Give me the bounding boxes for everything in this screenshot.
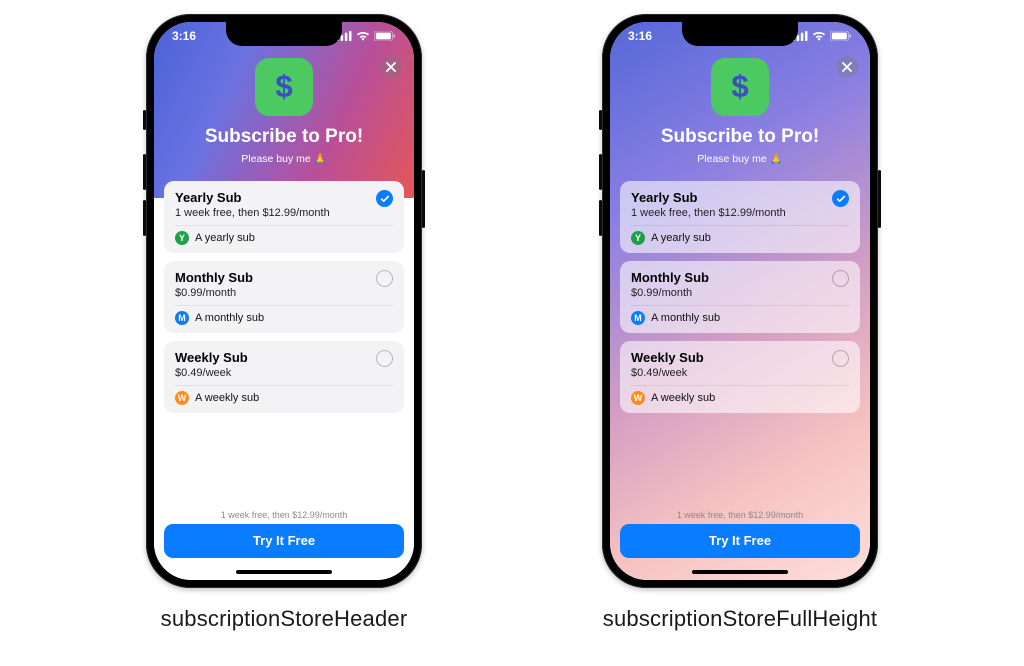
plan-title: Weekly Sub	[631, 350, 849, 365]
plan-desc: W A weekly sub	[631, 391, 849, 405]
svg-text:$: $	[275, 70, 292, 104]
plan-weekly[interactable]: Weekly Sub $0.49/week W A weekly sub	[164, 341, 404, 413]
plan-weekly[interactable]: Weekly Sub $0.49/week W A weekly sub	[620, 341, 860, 413]
home-indicator	[692, 570, 788, 574]
store-title: Subscribe to Pro!	[154, 126, 414, 148]
plan-desc: Y A yearly sub	[631, 231, 849, 245]
hw-volume-up	[143, 154, 146, 190]
wifi-icon	[356, 31, 370, 41]
plan-title: Yearly Sub	[175, 190, 393, 205]
cta-fine-print: 1 week free, then $12.99/month	[164, 510, 404, 520]
plan-title: Yearly Sub	[631, 190, 849, 205]
clock: 3:16	[172, 29, 196, 43]
plan-price: $0.49/week	[631, 367, 849, 379]
plan-title: Weekly Sub	[175, 350, 393, 365]
store-subtitle: Please buy me 🙏	[610, 152, 870, 165]
close-icon	[386, 62, 396, 72]
store-title: Subscribe to Pro!	[610, 126, 870, 148]
dollar-icon: $	[267, 70, 301, 104]
plan-desc: M A monthly sub	[631, 311, 849, 325]
plan-badge-icon: M	[631, 311, 645, 325]
plan-price: 1 week free, then $12.99/month	[631, 207, 849, 219]
hw-power	[422, 170, 425, 228]
dollar-icon: $	[723, 70, 757, 104]
cta-area: 1 week free, then $12.99/month Try It Fr…	[164, 510, 404, 558]
home-indicator	[236, 570, 332, 574]
plan-price: 1 week free, then $12.99/month	[175, 207, 393, 219]
radio-unselected[interactable]	[376, 270, 393, 287]
hw-volume-down	[599, 200, 602, 236]
divider	[175, 225, 393, 226]
check-icon	[380, 194, 390, 204]
divider	[175, 305, 393, 306]
close-button[interactable]	[836, 56, 858, 78]
store-subtitle: Please buy me 🙏	[154, 152, 414, 165]
plan-price: $0.99/month	[631, 287, 849, 299]
hw-volume-down	[143, 200, 146, 236]
svg-text:$: $	[731, 70, 748, 104]
notch	[682, 22, 798, 46]
plan-yearly[interactable]: Yearly Sub 1 week free, then $12.99/mont…	[164, 181, 404, 253]
radio-unselected[interactable]	[832, 270, 849, 287]
plan-badge-icon: M	[175, 311, 189, 325]
plan-badge-icon: Y	[175, 231, 189, 245]
plan-list: Yearly Sub 1 week free, then $12.99/mont…	[154, 181, 414, 413]
cta-button[interactable]: Try It Free	[164, 524, 404, 558]
hw-volume-up	[599, 154, 602, 190]
plan-desc: Y A yearly sub	[175, 231, 393, 245]
divider	[175, 385, 393, 386]
battery-icon	[830, 31, 852, 41]
plan-desc: W A weekly sub	[175, 391, 393, 405]
plan-title: Monthly Sub	[631, 270, 849, 285]
divider	[631, 305, 849, 306]
screen: 3:16 $ Subscribe to Pro! Please buy	[154, 22, 414, 580]
close-icon	[842, 62, 852, 72]
variant-header-only: 3:16 $ Subscribe to Pro! Please buy	[146, 14, 422, 632]
radio-unselected[interactable]	[376, 350, 393, 367]
close-button[interactable]	[380, 56, 402, 78]
phone-frame: 3:16 $ Subscribe to Pro! Please buy	[602, 14, 878, 588]
cta-fine-print: 1 week free, then $12.99/month	[620, 510, 860, 520]
radio-selected[interactable]	[832, 190, 849, 207]
app-icon: $	[711, 58, 769, 116]
variant-full-height: 3:16 $ Subscribe to Pro! Please buy	[602, 14, 878, 632]
phone-frame: 3:16 $ Subscribe to Pro! Please buy	[146, 14, 422, 588]
plan-desc: M A monthly sub	[175, 311, 393, 325]
battery-icon	[374, 31, 396, 41]
check-icon	[836, 194, 846, 204]
hw-silence-switch	[599, 110, 602, 130]
plan-yearly[interactable]: Yearly Sub 1 week free, then $12.99/mont…	[620, 181, 860, 253]
plan-badge-icon: Y	[631, 231, 645, 245]
cta-button[interactable]: Try It Free	[620, 524, 860, 558]
notch	[226, 22, 342, 46]
plan-badge-icon: W	[175, 391, 189, 405]
caption-right: subscriptionStoreFullHeight	[603, 606, 877, 632]
plan-monthly[interactable]: Monthly Sub $0.99/month M A monthly sub	[164, 261, 404, 333]
screen: 3:16 $ Subscribe to Pro! Please buy	[610, 22, 870, 580]
cta-area: 1 week free, then $12.99/month Try It Fr…	[620, 510, 860, 558]
caption-left: subscriptionStoreHeader	[161, 606, 408, 632]
radio-unselected[interactable]	[832, 350, 849, 367]
wifi-icon	[812, 31, 826, 41]
clock: 3:16	[628, 29, 652, 43]
plan-list: Yearly Sub 1 week free, then $12.99/mont…	[610, 181, 870, 413]
radio-selected[interactable]	[376, 190, 393, 207]
divider	[631, 385, 849, 386]
plan-badge-icon: W	[631, 391, 645, 405]
hw-power	[878, 170, 881, 228]
plan-monthly[interactable]: Monthly Sub $0.99/month M A monthly sub	[620, 261, 860, 333]
divider	[631, 225, 849, 226]
plan-price: $0.49/week	[175, 367, 393, 379]
app-icon: $	[255, 58, 313, 116]
plan-title: Monthly Sub	[175, 270, 393, 285]
plan-price: $0.99/month	[175, 287, 393, 299]
hw-silence-switch	[143, 110, 146, 130]
